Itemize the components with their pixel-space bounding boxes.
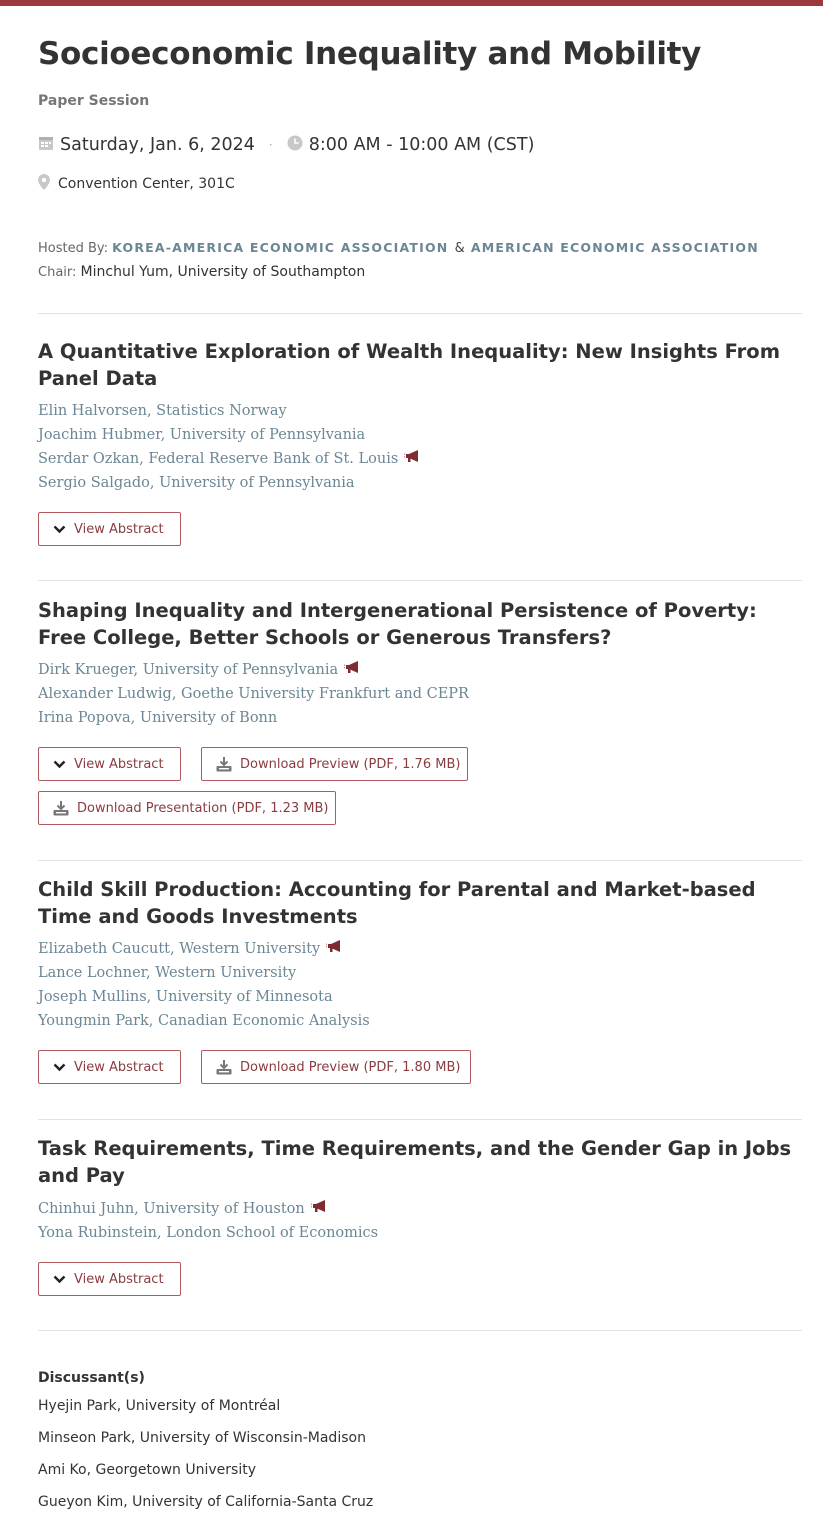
chair-label: Chair: — [38, 265, 77, 280]
session-location: Convention Center, 301C — [38, 174, 235, 194]
session-chair: Chair: Minchul Yum, University of Southa… — [38, 264, 365, 280]
host-link-aea[interactable]: AMERICAN ECONOMIC ASSOCIATION — [471, 240, 759, 255]
download-preview-label: Download Preview (PDF, 1.80 MB) — [240, 1059, 461, 1075]
download-icon — [216, 1059, 232, 1075]
paper-authors: Elizabeth Caucutt, Western University La… — [38, 937, 370, 1033]
session-time: 8:00 AM - 10:00 AM (CST) — [308, 135, 535, 155]
chevron-down-icon — [53, 1063, 66, 1072]
megaphone-icon — [343, 658, 362, 682]
session-type-label: Paper Session — [38, 93, 150, 109]
session-title: Socioeconomic Inequality and Mobility — [38, 36, 702, 72]
top-accent-bar — [0, 0, 823, 6]
chair-name: Minchul Yum, University of Southampton — [80, 264, 366, 280]
view-abstract-label: View Abstract — [74, 521, 164, 537]
view-abstract-label: View Abstract — [74, 1271, 164, 1287]
paper-title: Child Skill Production: Accounting for P… — [38, 878, 756, 928]
session-datetime: Saturday, Jan. 6, 2024 · 8:00 AM - 10:00… — [38, 132, 534, 158]
megaphone-icon — [310, 1197, 329, 1221]
author-link[interactable]: Elizabeth Caucutt, Western University — [38, 937, 370, 961]
view-abstract-button[interactable]: View Abstract — [38, 747, 181, 781]
divider — [38, 860, 802, 861]
clock-icon — [287, 135, 303, 156]
author-link[interactable]: Dirk Krueger, University of Pennsylvania — [38, 658, 469, 682]
paper-authors: Dirk Krueger, University of Pennsylvania… — [38, 658, 469, 730]
hosted-by-label: Hosted By: — [38, 241, 109, 256]
download-preview-label: Download Preview (PDF, 1.76 MB) — [240, 756, 461, 772]
divider — [38, 1119, 802, 1120]
author-link[interactable]: Chinhui Juhn, University of Houston — [38, 1197, 378, 1221]
author-link[interactable]: Elin Halvorsen, Statistics Norway — [38, 399, 422, 423]
discussant-name: Ami Ko, Georgetown University — [38, 1462, 256, 1478]
author-link[interactable]: Lance Lochner, Western University — [38, 961, 370, 985]
host-ampersand: & — [454, 241, 465, 256]
session-date: Saturday, Jan. 6, 2024 — [60, 135, 255, 155]
download-presentation-button[interactable]: Download Presentation (PDF, 1.23 MB) — [38, 791, 336, 825]
download-presentation-label: Download Presentation (PDF, 1.23 MB) — [77, 800, 329, 816]
discussants-heading: Discussant(s) — [38, 1370, 145, 1386]
discussant-name: Gueyon Kim, University of California-San… — [38, 1494, 374, 1510]
host-link-kaea[interactable]: KOREA-AMERICA ECONOMIC ASSOCIATION — [112, 240, 448, 255]
author-link[interactable]: Alexander Ludwig, Goethe University Fran… — [38, 682, 469, 706]
paper-authors: Elin Halvorsen, Statistics Norway Joachi… — [38, 399, 422, 495]
author-link[interactable]: Sergio Salgado, University of Pennsylvan… — [38, 471, 422, 495]
megaphone-icon — [403, 447, 422, 471]
chevron-down-icon — [53, 760, 66, 769]
hosted-by: Hosted By: KOREA-AMERICA ECONOMIC ASSOCI… — [38, 240, 759, 256]
download-preview-button[interactable]: Download Preview (PDF, 1.80 MB) — [201, 1050, 471, 1084]
author-link[interactable]: Joseph Mullins, University of Minnesota — [38, 985, 370, 1009]
megaphone-icon — [325, 937, 344, 961]
discussant-name: Hyejin Park, University of Montréal — [38, 1398, 281, 1414]
download-preview-button[interactable]: Download Preview (PDF, 1.76 MB) — [201, 747, 468, 781]
divider — [38, 580, 802, 581]
discussant-name: Minseon Park, University of Wisconsin-Ma… — [38, 1430, 366, 1446]
author-link[interactable]: Youngmin Park, Canadian Economic Analysi… — [38, 1009, 370, 1033]
chevron-down-icon — [53, 525, 66, 534]
author-link[interactable]: Joachim Hubmer, University of Pennsylvan… — [38, 423, 422, 447]
divider — [38, 1330, 802, 1331]
view-abstract-label: View Abstract — [74, 1059, 164, 1075]
view-abstract-label: View Abstract — [74, 756, 164, 772]
calendar-icon — [38, 135, 54, 156]
map-pin-icon — [38, 174, 50, 194]
download-icon — [216, 756, 232, 772]
author-link[interactable]: Irina Popova, University of Bonn — [38, 706, 469, 730]
author-link[interactable]: Yona Rubinstein, London School of Econom… — [38, 1221, 378, 1245]
paper-title: A Quantitative Exploration of Wealth Ine… — [38, 340, 781, 390]
location-text: Convention Center, 301C — [58, 176, 235, 192]
chevron-down-icon — [53, 1275, 66, 1284]
author-link[interactable]: Serdar Ozkan, Federal Reserve Bank of St… — [38, 447, 422, 471]
view-abstract-button[interactable]: View Abstract — [38, 512, 181, 546]
view-abstract-button[interactable]: View Abstract — [38, 1262, 181, 1296]
paper-authors: Chinhui Juhn, University of Houston Yona… — [38, 1197, 378, 1245]
paper-title: Task Requirements, Time Requirements, an… — [38, 1137, 792, 1187]
separator-dot: · — [268, 138, 273, 152]
divider — [38, 313, 802, 314]
paper-title: Shaping Inequality and Intergenerational… — [38, 599, 757, 649]
download-icon — [53, 800, 69, 816]
view-abstract-button[interactable]: View Abstract — [38, 1050, 181, 1084]
